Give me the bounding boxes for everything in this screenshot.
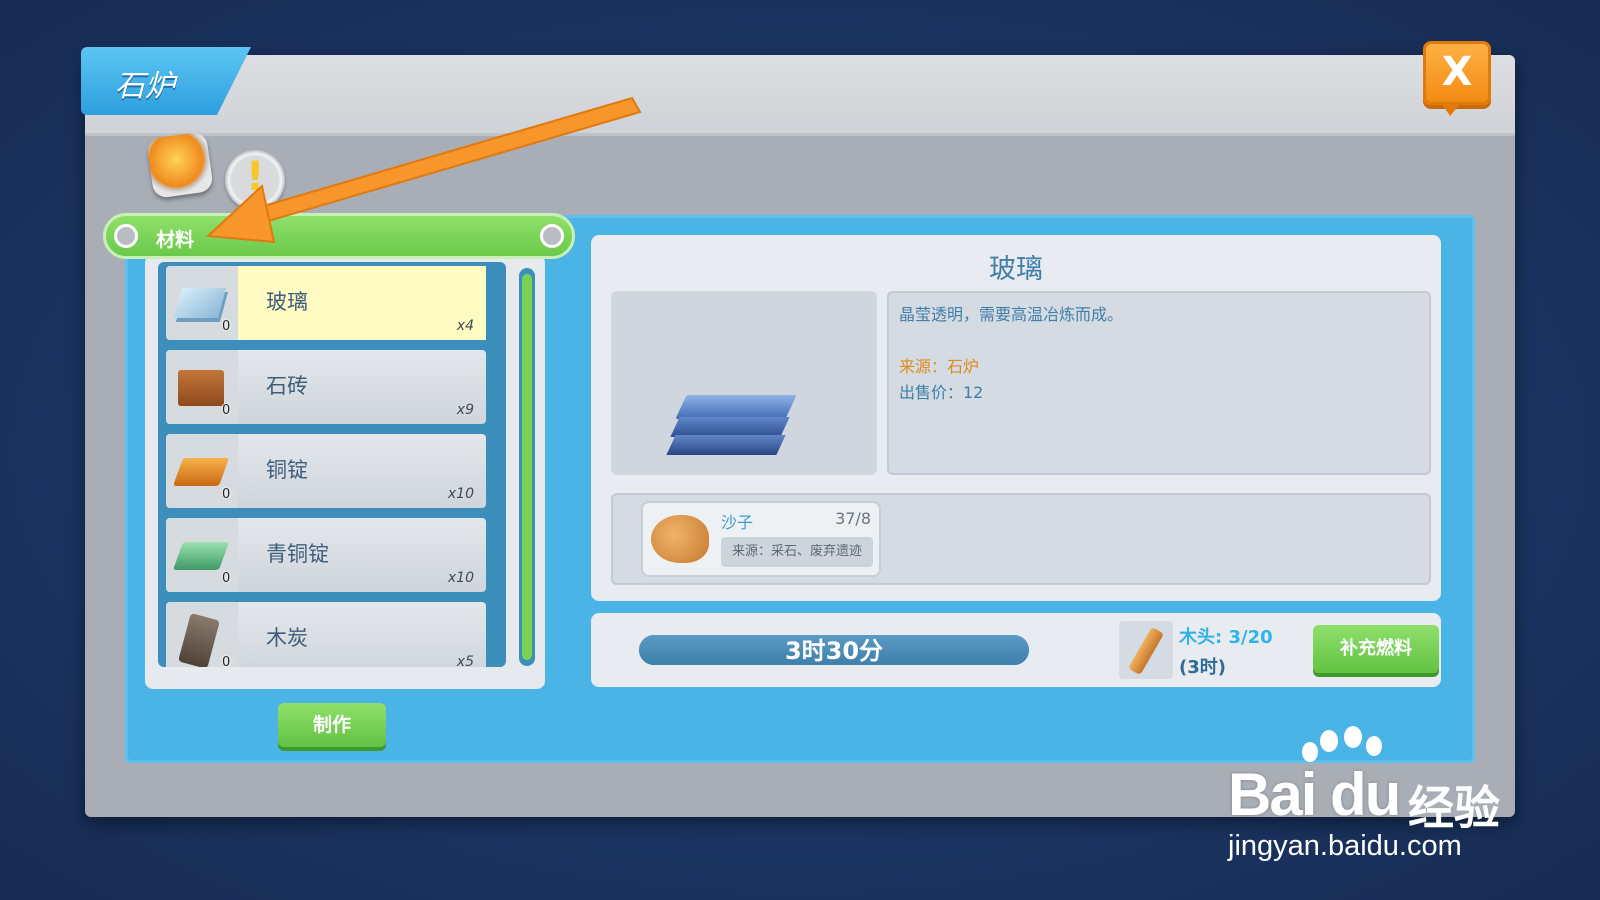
item-yield: x10 xyxy=(447,570,474,586)
make-button[interactable]: 制作 xyxy=(278,703,386,747)
recipe-list[interactable]: 0 玻璃 x4 0 石砖 x9 0 铜锭 x10 0 青铜锭 x10 0 木炭 … xyxy=(158,262,506,667)
fuel-panel: 3时30分 木头: 3/20 (3时) 补充燃料 xyxy=(591,613,1441,687)
header-left-dot-icon xyxy=(114,224,138,248)
baidu-brand: 经验 xyxy=(1408,781,1500,835)
list-item-body: 木炭 x5 xyxy=(238,602,486,667)
item-yield: x10 xyxy=(447,486,474,502)
item-description: 晶莹透明，需要高温冶炼而成。 xyxy=(899,305,1124,324)
fuel-progress-bar: 3时30分 xyxy=(639,635,1029,665)
baidu-watermark: Bai du 经验 jingyan.baidu.com xyxy=(1228,726,1528,880)
stone-furnace-window: 石炉 X ! 材料 0 玻璃 x4 0 石砖 x9 0 铜锭 x10 0 青铜锭… xyxy=(81,41,1515,817)
list-item-bronze-ingot[interactable]: 0 青铜锭 x10 xyxy=(166,518,486,592)
item-name: 木炭 xyxy=(266,626,308,650)
item-preview xyxy=(611,291,877,475)
owned-count: 0 xyxy=(222,655,231,667)
fuel-time-remaining: 3时30分 xyxy=(784,637,884,665)
ingredient-name: 沙子 xyxy=(721,513,754,532)
list-item-glass[interactable]: 0 玻璃 x4 xyxy=(166,266,486,340)
list-item-body: 铜锭 x10 xyxy=(238,434,486,508)
wood-fuel-duration: (3时) xyxy=(1179,657,1226,678)
wood-fuel-count: 木头: 3/20 xyxy=(1179,627,1273,648)
ingredients-box: 沙子 37/8 来源：采石、废弃遗迹 xyxy=(611,493,1431,585)
item-name: 铜锭 xyxy=(266,458,308,482)
sand-icon xyxy=(651,515,709,563)
item-description-box: 晶莹透明，需要高温冶炼而成。 来源：石炉 出售价：12 xyxy=(887,291,1431,475)
item-yield: x9 xyxy=(456,402,474,418)
header-right-dot-icon xyxy=(540,224,564,248)
item-source: 来源：石炉 xyxy=(899,357,980,376)
item-name: 玻璃 xyxy=(266,290,308,314)
owned-count: 0 xyxy=(222,319,231,334)
owned-count: 0 xyxy=(222,571,231,586)
item-name: 青铜锭 xyxy=(266,542,329,566)
scrollbar-thumb[interactable] xyxy=(522,274,532,660)
item-yield: x4 xyxy=(456,318,474,334)
list-item-body: 石砖 x9 xyxy=(238,350,486,424)
list-item-body: 玻璃 x4 xyxy=(238,266,486,340)
category-label: 材料 xyxy=(156,229,195,251)
baidu-logo: Bai du xyxy=(1228,761,1401,828)
list-item-body: 青铜锭 x10 xyxy=(238,518,486,592)
ingredient-qty: 37/8 xyxy=(835,509,871,528)
ingredient-source: 来源：采石、废弃遗迹 xyxy=(721,537,873,567)
owned-count: 0 xyxy=(222,403,231,418)
wood-icon xyxy=(1119,621,1173,679)
baidu-url: jingyan.baidu.com xyxy=(1228,830,1462,862)
furnace-category-icon[interactable] xyxy=(146,131,214,199)
list-item-stone-brick[interactable]: 0 石砖 x9 xyxy=(166,350,486,424)
item-yield: x5 xyxy=(456,654,474,667)
refuel-button[interactable]: 补充燃料 xyxy=(1313,625,1439,673)
close-button[interactable]: X xyxy=(1423,41,1491,116)
category-header[interactable]: 材料 xyxy=(103,213,575,259)
glass-preview-icon xyxy=(666,385,797,465)
list-scrollbar[interactable] xyxy=(519,268,535,666)
list-item-charcoal[interactable]: 0 木炭 x5 xyxy=(166,602,486,667)
item-name: 石砖 xyxy=(266,374,308,398)
exclamation-icon: ! xyxy=(246,154,265,200)
window-header xyxy=(85,55,1515,136)
window-title: 石炉 xyxy=(115,69,175,104)
hint-category-icon[interactable]: ! xyxy=(225,150,285,210)
detail-panel: 玻璃 晶莹透明，需要高温冶炼而成。 来源：石炉 出售价：12 沙子 37/8 来… xyxy=(591,235,1441,601)
item-sell-price: 出售价：12 xyxy=(899,383,984,402)
list-item-copper-ingot[interactable]: 0 铜锭 x10 xyxy=(166,434,486,508)
owned-count: 0 xyxy=(222,487,231,502)
ingredient-card[interactable]: 沙子 37/8 来源：采石、废弃遗迹 xyxy=(643,503,879,575)
detail-title: 玻璃 xyxy=(989,254,1043,285)
